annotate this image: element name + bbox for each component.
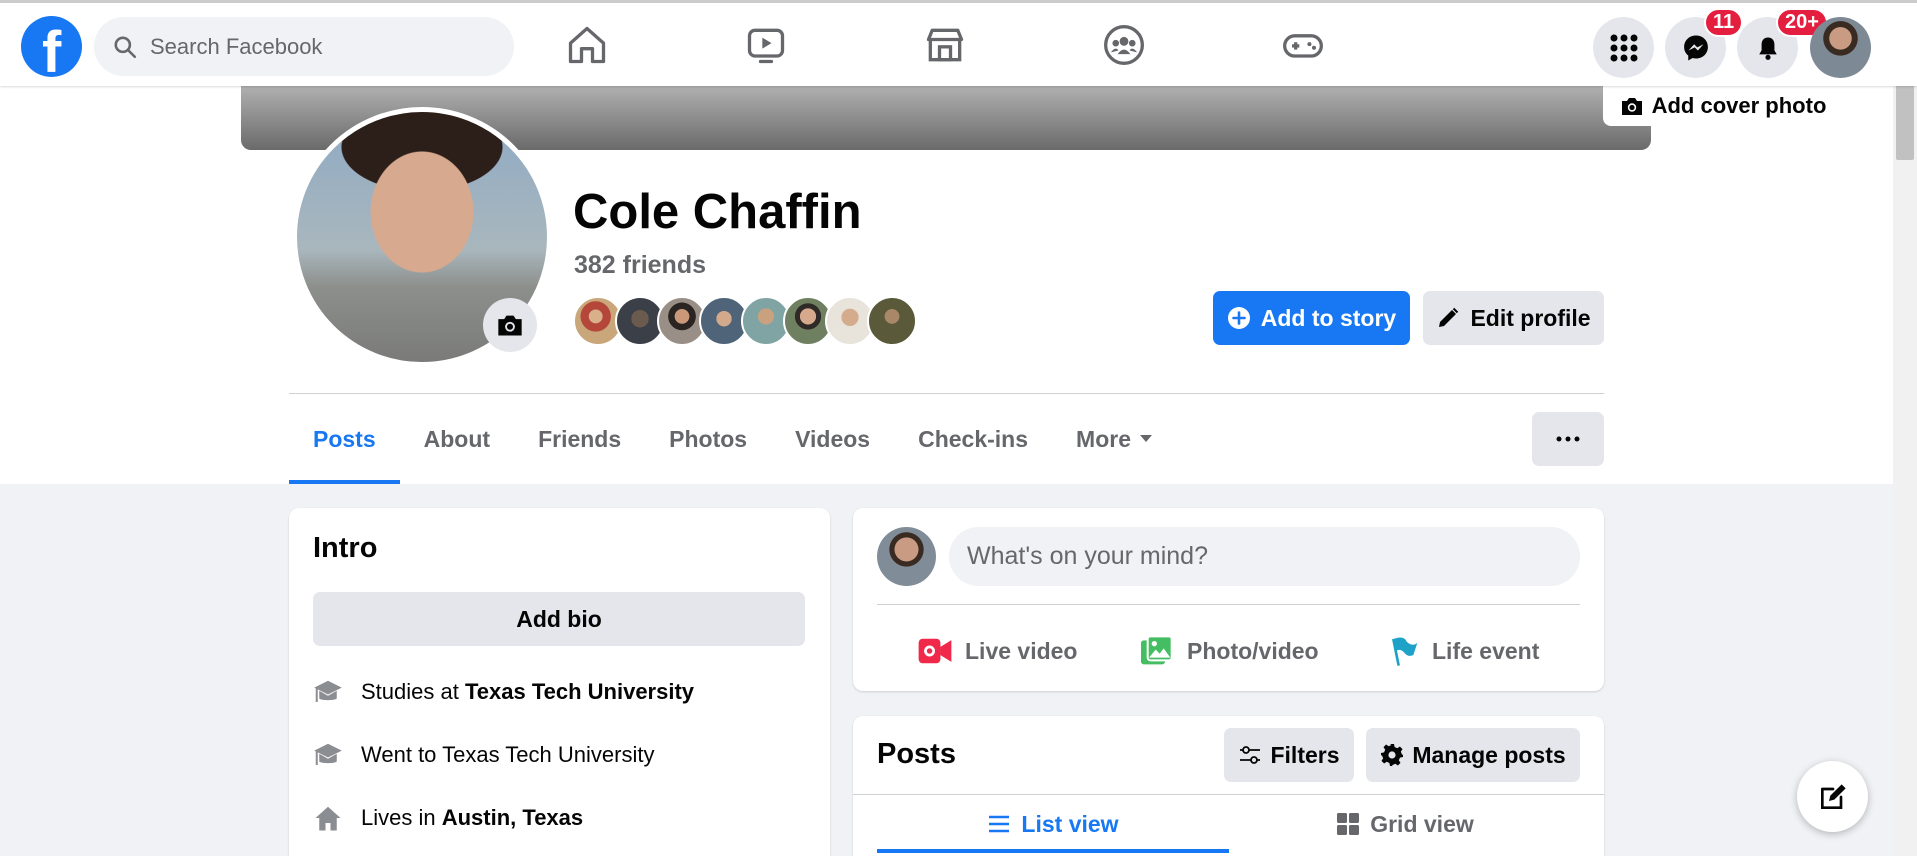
live-video-button[interactable]: Live video <box>917 626 1077 676</box>
camera-icon <box>1621 98 1642 115</box>
whats-on-your-mind-input[interactable]: What's on your mind? <box>949 527 1580 586</box>
facebook-logo[interactable]: f <box>21 16 82 85</box>
intro-studies-row: Studies at Texas Tech University <box>313 678 694 706</box>
camera-icon <box>498 315 522 336</box>
live-video-icon <box>918 638 952 664</box>
profile-header: Add cover photo Cole Chaffin 382 friends… <box>0 86 1893 484</box>
add-cover-photo-button[interactable]: Add cover photo <box>1603 86 1843 126</box>
posts-title: Posts <box>877 738 956 770</box>
life-event-label: Life event <box>1432 637 1540 664</box>
edit-profile-label: Edit profile <box>1470 304 1591 331</box>
tab-photos[interactable]: Photos <box>645 394 771 484</box>
messenger-badge: 11 <box>1704 8 1744 37</box>
friend-avatar[interactable] <box>867 296 917 346</box>
grid-menu-icon <box>1610 34 1637 61</box>
life-event-flag-icon <box>1392 637 1418 666</box>
add-to-story-label: Add to story <box>1260 304 1397 331</box>
tab-about[interactable]: About <box>400 394 514 484</box>
add-to-story-button[interactable]: Add to story <box>1213 291 1410 345</box>
ellipsis-icon <box>1556 436 1580 442</box>
life-event-button[interactable]: Life event <box>1388 626 1539 676</box>
tab-more[interactable]: More <box>1052 394 1177 484</box>
intro-lives-text: Lives in Austin, Texas <box>361 805 583 831</box>
home-icon[interactable] <box>565 23 609 67</box>
tab-friends[interactable]: Friends <box>514 394 645 484</box>
pencil-icon <box>1439 307 1459 327</box>
live-video-label: Live video <box>965 637 1078 664</box>
grid-view-label: Grid view <box>1370 810 1474 837</box>
groups-icon[interactable] <box>1102 23 1146 67</box>
photo-video-icon <box>1141 635 1173 665</box>
composer-avatar[interactable] <box>877 527 936 586</box>
intro-lives-prefix: Lives in <box>361 805 442 830</box>
add-cover-photo-label: Add cover photo <box>1651 93 1827 118</box>
update-profile-picture-button[interactable] <box>483 298 537 352</box>
intro-went-to-row: Went to Texas Tech University <box>313 741 654 769</box>
grid-icon <box>1337 813 1360 835</box>
gear-icon <box>1381 744 1404 766</box>
account-avatar[interactable] <box>1810 17 1871 78</box>
intro-studies-prefix: Studies at <box>361 679 465 704</box>
filters-button[interactable]: Filters <box>1224 728 1354 782</box>
new-message-button[interactable] <box>1797 761 1868 832</box>
more-options-button[interactable] <box>1532 412 1604 466</box>
grid-view-tab[interactable]: Grid view <box>1229 795 1581 853</box>
add-bio-button[interactable]: Add bio <box>313 592 805 646</box>
intro-title: Intro <box>313 532 378 564</box>
manage-posts-label: Manage posts <box>1412 741 1566 768</box>
compose-icon <box>1820 783 1846 809</box>
page-scrollbar-track[interactable] <box>1893 86 1917 856</box>
intro-lives-city-link[interactable]: Austin, Texas <box>442 805 583 830</box>
search-icon <box>114 35 137 58</box>
intro-studies-text: Studies at Texas Tech University <box>361 679 694 705</box>
top-navigation-bar: f 11 20+ <box>0 0 1917 86</box>
profile-tabs: Posts About Friends Photos Videos Check-… <box>289 394 1177 484</box>
home-icon <box>315 806 341 831</box>
plus-circle-icon <box>1227 307 1250 329</box>
messenger-icon <box>1683 35 1708 60</box>
bell-icon <box>1758 37 1777 60</box>
intro-lives-row: Lives in Austin, Texas <box>313 804 583 832</box>
caret-down-icon <box>1139 435 1152 442</box>
tab-check-ins[interactable]: Check-ins <box>894 394 1052 484</box>
post-composer-card: What's on your mind? Live video Photo/vi… <box>853 508 1604 691</box>
intro-studies-school-link[interactable]: Texas Tech University <box>465 679 694 704</box>
composer-divider <box>877 604 1580 605</box>
gaming-icon[interactable] <box>1281 23 1325 67</box>
photo-video-label: Photo/video <box>1187 637 1319 664</box>
facebook-logo-letter: f <box>42 20 62 85</box>
list-view-tab[interactable]: List view <box>877 795 1229 853</box>
graduation-cap-icon <box>314 743 342 765</box>
filters-label: Filters <box>1270 741 1340 768</box>
edit-profile-button[interactable]: Edit profile <box>1423 291 1604 345</box>
profile-name: Cole Chaffin <box>573 185 862 239</box>
search-box[interactable] <box>94 17 514 76</box>
menu-button[interactable] <box>1593 17 1654 78</box>
list-view-label: List view <box>1021 810 1119 837</box>
graduation-cap-icon <box>314 680 342 702</box>
marketplace-icon[interactable] <box>923 23 967 67</box>
intro-card: Intro Add bio Studies at Texas Tech Univ… <box>289 508 830 856</box>
posts-card: Posts Filters Manage posts List view Gri… <box>853 716 1604 856</box>
tab-posts[interactable]: Posts <box>289 394 400 484</box>
list-icon <box>989 815 1010 833</box>
tab-videos[interactable]: Videos <box>771 394 894 484</box>
filter-sliders-icon <box>1240 746 1261 764</box>
manage-posts-button[interactable]: Manage posts <box>1366 728 1580 782</box>
tab-more-label: More <box>1076 425 1131 452</box>
intro-went-to-text: Went to Texas Tech University <box>361 742 655 767</box>
search-input[interactable] <box>150 33 490 60</box>
friends-count-link[interactable]: 382 friends <box>574 251 706 280</box>
page-scrollbar-thumb[interactable] <box>1896 74 1914 160</box>
photo-video-button[interactable]: Photo/video <box>1139 626 1319 676</box>
watch-video-icon[interactable] <box>744 23 788 67</box>
